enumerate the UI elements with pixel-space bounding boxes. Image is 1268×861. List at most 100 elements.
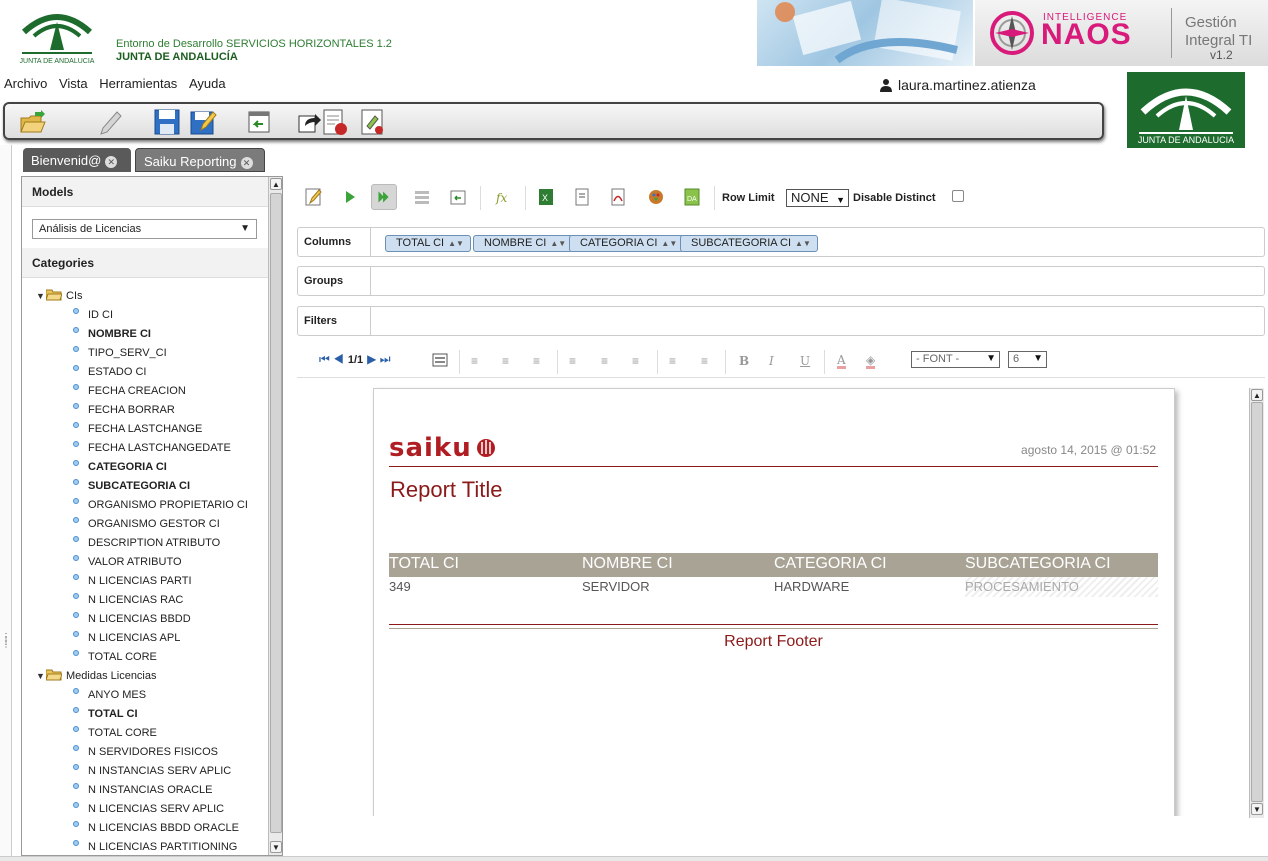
sort-icon[interactable]: ▲▼	[550, 239, 566, 248]
first-page-icon[interactable]: ⏮	[319, 352, 330, 366]
tree-leaf[interactable]: DESCRIPTION ATRIBUTO	[22, 534, 268, 553]
tree-leaf[interactable]: NOMBRE CI	[22, 325, 268, 344]
groups-dropzone[interactable]: Groups	[297, 266, 1265, 296]
columns-dropzone[interactable]: Columns TOTAL CI ▲▼ NOMBRE CI ▲▼ CATEGORIA…	[297, 227, 1265, 257]
export-prpt-icon[interactable]: DA	[679, 184, 705, 210]
tree-leaf[interactable]: FECHA LASTCHANGEDATE	[22, 439, 268, 458]
report-title[interactable]: Report Title	[390, 477, 503, 503]
font-size-select[interactable]: 6 ▼	[1008, 351, 1047, 368]
hide-parents-icon[interactable]	[409, 184, 435, 210]
underline-icon[interactable]: U	[800, 354, 810, 368]
italic-icon[interactable]: I	[769, 354, 774, 368]
align-right-icon[interactable]: ≡	[533, 354, 540, 368]
tree-leaf[interactable]: FECHA LASTCHANGE	[22, 420, 268, 439]
open-folder-icon[interactable]	[19, 108, 47, 136]
close-icon[interactable]: ✕	[105, 156, 118, 168]
next-page-icon[interactable]: ▶	[367, 352, 376, 366]
models-select[interactable]: Análisis de Licencias ▼	[32, 219, 257, 239]
close-icon[interactable]: ✕	[240, 157, 253, 169]
scroll-thumb[interactable]	[1251, 402, 1263, 802]
tree-leaf[interactable]: N LICENCIAS PARTITIONING	[22, 838, 268, 855]
menu-herramientas[interactable]: Herramientas	[99, 76, 177, 91]
drag-handle-icon[interactable]: ⋮ ⋮ ⋮	[2, 633, 10, 649]
tree-leaf[interactable]: TOTAL CI	[22, 705, 268, 724]
tree-leaf[interactable]: N LICENCIAS APL	[22, 629, 268, 648]
edit-pencil-icon[interactable]	[97, 108, 125, 136]
report-footer[interactable]: Report Footer	[389, 633, 1158, 651]
expand-triangle-icon[interactable]: ▼	[36, 667, 46, 686]
align-left-icon[interactable]: ≡	[471, 354, 478, 368]
prev-page-icon[interactable]: ◀	[333, 352, 344, 366]
export-excel-icon[interactable]: X	[533, 184, 559, 210]
row-limit-select[interactable]: NONE ▼	[786, 189, 849, 207]
collapse-strip[interactable]: ⋮ ⋮ ⋮	[0, 145, 12, 861]
tree-leaf[interactable]: N INSTANCIAS ORACLE	[22, 781, 268, 800]
scroll-up-icon[interactable]: ▲	[1251, 389, 1263, 401]
tree-leaf[interactable]: N LICENCIAS BBDD ORACLE	[22, 819, 268, 838]
column-pill[interactable]: CATEGORIA CI ▲▼	[569, 235, 685, 252]
tree-leaf[interactable]: ORGANISMO PROPIETARIO CI	[22, 496, 268, 515]
report-pdf-icon[interactable]	[321, 108, 349, 136]
font-color-icon[interactable]: A	[837, 354, 846, 369]
scroll-down-icon[interactable]: ▼	[1251, 803, 1263, 815]
column-pill[interactable]: SUBCATEGORIA CI ▲▼	[680, 235, 818, 252]
export-csv-icon[interactable]	[569, 184, 595, 210]
scroll-up-icon[interactable]: ▲	[270, 178, 282, 190]
tree-leaf[interactable]: N INSTANCIAS SERV APLIC	[22, 762, 268, 781]
new-query-icon[interactable]	[301, 184, 327, 210]
header-cell[interactable]: NOMBRE CI	[582, 553, 774, 577]
report-edit-icon[interactable]	[359, 108, 387, 136]
column-pill[interactable]: NOMBRE CI ▲▼	[473, 235, 574, 252]
tree-leaf[interactable]: N LICENCIAS RAC	[22, 591, 268, 610]
tree-leaf[interactable]: CATEGORIA CI	[22, 458, 268, 477]
run-query-icon[interactable]	[337, 184, 363, 210]
share-arrow-icon[interactable]	[295, 108, 323, 136]
tree-folder[interactable]: ▼ Medidas Licencias	[22, 667, 268, 686]
tree-leaf[interactable]: TIPO_SERV_CI	[22, 344, 268, 363]
column-pill[interactable]: TOTAL CI ▲▼	[385, 235, 471, 252]
tree-leaf[interactable]: ANYO MES	[22, 686, 268, 705]
font-select[interactable]: - FONT - ▼	[911, 351, 1000, 368]
valign-top-icon[interactable]: ≡	[569, 354, 576, 368]
tree-leaf[interactable]: ORGANISMO GESTOR CI	[22, 515, 268, 534]
menu-archivo[interactable]: Archivo	[4, 76, 47, 91]
save-as-icon[interactable]	[189, 108, 217, 136]
last-page-icon[interactable]: ⏭	[380, 352, 391, 366]
save-icon[interactable]	[153, 108, 181, 136]
tree-leaf[interactable]: ESTADO CI	[22, 363, 268, 382]
window-back-icon[interactable]	[245, 108, 273, 136]
menu-vista[interactable]: Vista	[59, 76, 88, 91]
swap-axis-icon[interactable]	[445, 184, 471, 210]
theme-palette-icon[interactable]	[643, 184, 669, 210]
tree-leaf[interactable]: ID CI	[22, 306, 268, 325]
tree-leaf[interactable]: SUBCATEGORIA CI	[22, 477, 268, 496]
tree-leaf[interactable]: N LICENCIAS SERV APLIC	[22, 800, 268, 819]
tree-leaf[interactable]: TOTAL CORE	[22, 648, 268, 667]
sort-icon[interactable]: ▲▼	[448, 239, 464, 248]
tree-folder[interactable]: ▼ CIs	[22, 287, 268, 306]
tab-saiku-reporting[interactable]: Saiku Reporting ✕	[135, 148, 265, 172]
left-scrollbar[interactable]: ▲ ▼	[268, 177, 282, 855]
export-pdf-icon[interactable]	[605, 184, 631, 210]
automatic-execution-icon[interactable]	[371, 184, 397, 210]
tree-leaf[interactable]: FECHA BORRAR	[22, 401, 268, 420]
disable-distinct-checkbox[interactable]	[952, 190, 964, 202]
tab-bienvenido[interactable]: Bienvenid@ ✕	[23, 148, 131, 172]
scroll-thumb[interactable]	[270, 193, 282, 833]
menu-ayuda[interactable]: Ayuda	[189, 76, 226, 91]
indent-decrease-icon[interactable]: ≡	[669, 354, 676, 368]
tree-leaf[interactable]: N LICENCIAS BBDD	[22, 610, 268, 629]
tree-leaf[interactable]: VALOR ATRIBUTO	[22, 553, 268, 572]
tree-leaf[interactable]: N SERVIDORES FISICOS	[22, 743, 268, 762]
sort-icon[interactable]: ▲▼	[795, 239, 811, 248]
align-center-icon[interactable]: ≡	[502, 354, 509, 368]
fill-color-icon[interactable]: ◈	[866, 354, 876, 369]
tree-leaf[interactable]: N LICENCIAS PARTI	[22, 572, 268, 591]
tree-leaf[interactable]: FECHA CREACION	[22, 382, 268, 401]
sort-icon[interactable]: ▲▼	[661, 239, 677, 248]
scroll-down-icon[interactable]: ▼	[270, 841, 282, 853]
report-scrollbar[interactable]: ▲ ▼	[1249, 388, 1264, 818]
page-setup-icon[interactable]	[432, 353, 448, 367]
formula-icon[interactable]: fx	[489, 184, 515, 210]
header-cell[interactable]: CATEGORIA CI	[774, 553, 965, 577]
